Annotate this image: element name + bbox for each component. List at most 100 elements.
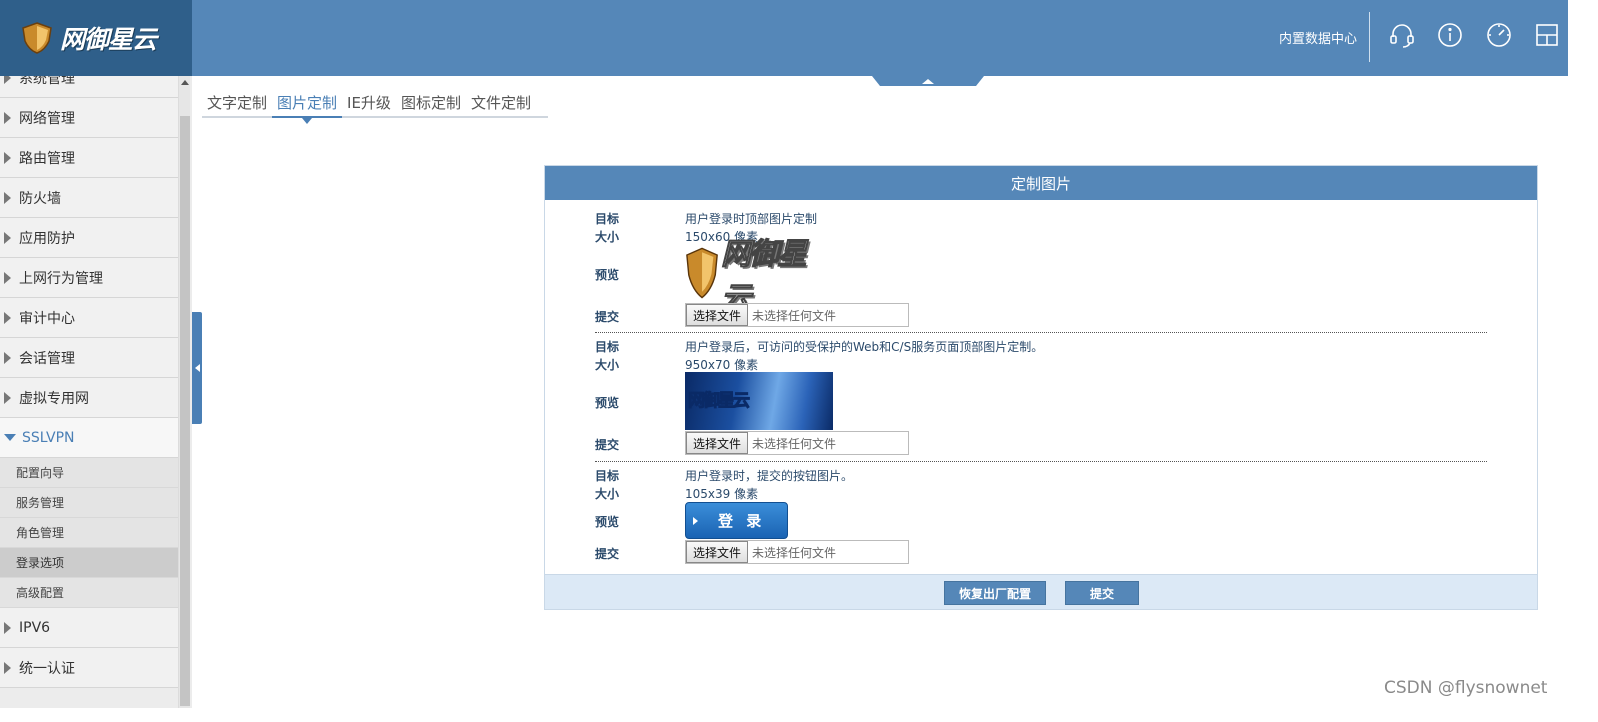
- scroll-up-icon[interactable]: [179, 80, 191, 90]
- file-input-header[interactable]: 选择文件 未选择任何文件: [685, 303, 909, 327]
- preview-login-button: 登 录: [685, 502, 788, 539]
- top-divider: [1369, 12, 1370, 62]
- headset-icon[interactable]: [1387, 20, 1417, 50]
- top-bar: 网御星云 内置数据中心: [0, 0, 1568, 76]
- sidebar-item-label: 路由管理: [19, 150, 75, 167]
- datacenter-link[interactable]: 内置数据中心: [1279, 28, 1357, 47]
- expand-arrow-icon: [4, 351, 11, 364]
- logo: 网御星云: [0, 0, 192, 76]
- sidebar-item-label: 防火墙: [19, 190, 61, 207]
- preview-banner-text: 网御星云: [688, 391, 751, 412]
- sidebar-item-system[interactable]: 系统管理: [0, 76, 178, 98]
- restore-defaults-button[interactable]: 恢复出厂配置: [944, 581, 1046, 605]
- file-status: 未选择任何文件: [752, 545, 837, 560]
- size-label: 大小: [595, 358, 620, 372]
- sidebar-subitem-service[interactable]: 服务管理: [0, 488, 178, 518]
- expand-arrow-icon: [4, 621, 11, 634]
- sidebar-item-app-protection[interactable]: 应用防护: [0, 218, 178, 258]
- sidebar-item-label: SSLVPN: [22, 429, 75, 446]
- sidebar-item-unified-auth[interactable]: 统一认证: [0, 648, 178, 688]
- choose-file-button[interactable]: 选择文件: [686, 304, 749, 326]
- expand-arrow-icon: [4, 111, 11, 124]
- size-value: 105x39 像素: [685, 487, 759, 501]
- sidebar-item-vpn[interactable]: 虚拟专用网: [0, 378, 178, 418]
- tab-label: 文件定制: [470, 94, 531, 112]
- sidebar-item-label: 统一认证: [19, 660, 75, 677]
- choose-file-button[interactable]: 选择文件: [686, 432, 749, 454]
- watermark: CSDN @flysnownet: [1384, 678, 1548, 698]
- tab-label: 图片定制: [277, 94, 338, 112]
- sidebar-item-label: 上网行为管理: [19, 270, 103, 287]
- sidebar-item-label: IPV6: [19, 619, 51, 636]
- choose-file-button[interactable]: 选择文件: [686, 541, 749, 563]
- submit-button[interactable]: 提交: [1065, 581, 1139, 605]
- sidebar-item-label: 网络管理: [19, 110, 75, 127]
- sidebar-item-routing[interactable]: 路由管理: [0, 138, 178, 178]
- sidebar-item-label: 虚拟专用网: [19, 390, 89, 407]
- dotted-divider: [595, 332, 1487, 333]
- file-input-banner[interactable]: 选择文件 未选择任何文件: [685, 431, 909, 455]
- sidebar-item-label: 应用防护: [19, 230, 75, 247]
- sidebar-item-session[interactable]: 会话管理: [0, 338, 178, 378]
- info-icon[interactable]: [1435, 20, 1465, 50]
- sidebar-item-sslvpn[interactable]: SSLVPN: [0, 418, 178, 458]
- sidebar-item-firewall[interactable]: 防火墙: [0, 178, 178, 218]
- expand-arrow-icon: [4, 391, 11, 404]
- shield-logo-icon: [22, 22, 52, 54]
- preview-button-text: 登 录: [718, 512, 766, 530]
- target-label: 目标: [595, 340, 620, 354]
- tab-image-custom[interactable]: 图片定制: [272, 88, 343, 124]
- preview-image-header: 网御星云: [685, 237, 827, 317]
- sidebar-subitem-config-wizard[interactable]: 配置向导: [0, 458, 178, 488]
- file-status: 未选择任何文件: [752, 308, 837, 323]
- tab-label: IE升级: [347, 94, 391, 112]
- play-arrow-icon: [693, 516, 698, 525]
- layout-icon[interactable]: [1532, 20, 1562, 50]
- panel-title: 定制图片: [545, 166, 1537, 200]
- expand-arrow-icon: [4, 76, 11, 84]
- sidebar-item-ipv6[interactable]: IPV6: [0, 608, 178, 648]
- submit-label: 提交: [595, 547, 620, 561]
- tab-bar: 文字定制 图片定制 IE升级 图标定制 文件定制: [202, 88, 548, 124]
- sidebar-item-internet-behavior[interactable]: 上网行为管理: [0, 258, 178, 298]
- shield-icon: [686, 247, 718, 299]
- expand-arrow-icon: [4, 191, 11, 204]
- sidebar-item-audit[interactable]: 审计中心: [0, 298, 178, 338]
- dotted-divider: [595, 461, 1487, 462]
- sidebar-scrollbar[interactable]: [178, 76, 190, 708]
- preview-image-banner: 网御星云: [685, 372, 833, 430]
- tab-text-custom[interactable]: 文字定制: [202, 88, 272, 118]
- tab-label: 文字定制: [207, 94, 268, 112]
- tab-icon-custom[interactable]: 图标定制: [396, 88, 466, 118]
- sidebar-subitem-login-options[interactable]: 登录选项: [0, 548, 178, 578]
- size-value: 950x70 像素: [685, 358, 759, 372]
- sidebar-subitem-advanced[interactable]: 高级配置: [0, 578, 178, 608]
- sidebar-item-label: 系统管理: [19, 76, 75, 87]
- tab-ie-upgrade[interactable]: IE升级: [342, 88, 396, 118]
- expand-arrow-icon: [4, 271, 11, 284]
- file-input-button[interactable]: 选择文件 未选择任何文件: [685, 540, 909, 564]
- tab-file-custom[interactable]: 文件定制: [466, 88, 536, 118]
- size-label: 大小: [595, 487, 620, 501]
- sidebar-subitem-role[interactable]: 角色管理: [0, 518, 178, 548]
- preview-label: 预览: [595, 268, 620, 282]
- dashboard-icon[interactable]: [1484, 20, 1514, 50]
- sidebar-item-label: 审计中心: [19, 310, 75, 327]
- scroll-thumb[interactable]: [180, 116, 190, 706]
- expand-arrow-icon: [4, 661, 11, 674]
- sidebar-menu: 系统管理 网络管理 路由管理 防火墙 应用防护 上网行为管理 审计中心 会话管理…: [0, 76, 178, 688]
- sidebar: 系统管理 网络管理 路由管理 防火墙 应用防护 上网行为管理 审计中心 会话管理…: [0, 76, 192, 708]
- expand-arrow-icon: [4, 231, 11, 244]
- target-value: 用户登录后，可访问的受保护的Web和C/S服务页面顶部图片定制。: [685, 340, 1044, 354]
- sidebar-collapse-button[interactable]: [192, 312, 202, 424]
- preview-label: 预览: [595, 515, 620, 529]
- expand-arrow-icon: [4, 151, 11, 164]
- preview-label: 预览: [595, 396, 620, 410]
- submit-label: 提交: [595, 438, 620, 452]
- collapse-arrow-icon: [4, 434, 16, 441]
- target-label: 目标: [595, 469, 620, 483]
- custom-image-panel: 定制图片 目标 用户登录时顶部图片定制 大小 150x60 像素 预览 网御星云 提…: [544, 165, 1538, 610]
- logo-text: 网御星云: [60, 25, 157, 54]
- sidebar-item-network[interactable]: 网络管理: [0, 98, 178, 138]
- expand-arrow-icon: [4, 311, 11, 324]
